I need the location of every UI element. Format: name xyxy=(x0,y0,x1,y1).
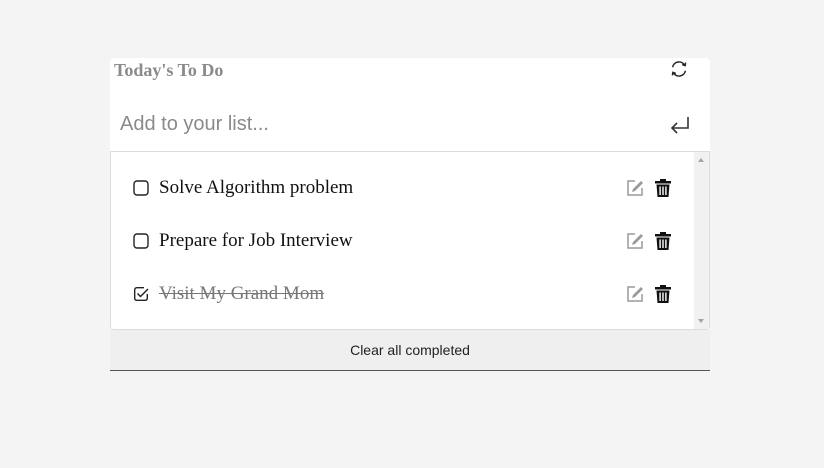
todo-text: Visit My Grand Mom xyxy=(159,283,325,304)
todo-text: Solve Algorithm problem xyxy=(159,177,354,198)
refresh-icon[interactable] xyxy=(669,59,689,79)
page-title: Today's To Do xyxy=(114,60,224,80)
todo-item-completed: Visit My Grand Mom xyxy=(111,277,691,313)
todo-checkbox[interactable] xyxy=(133,233,149,249)
todo-checkbox[interactable] xyxy=(133,180,149,196)
todo-list: Solve Algorithm problem Prepare for Job … xyxy=(110,151,710,330)
todo-footer: Clear all completed xyxy=(110,330,710,371)
scroll-down-arrow-icon[interactable] xyxy=(698,319,704,323)
clear-completed-button[interactable]: Clear all completed xyxy=(110,330,710,370)
edit-pencil-icon[interactable] xyxy=(626,179,644,197)
edit-pencil-icon[interactable] xyxy=(626,285,644,303)
todo-header: Today's To Do xyxy=(110,58,710,151)
trash-icon[interactable] xyxy=(654,178,672,198)
todo-text: Prepare for Job Interview xyxy=(159,230,353,251)
add-todo-input[interactable] xyxy=(110,106,660,142)
todo-item: Prepare for Job Interview xyxy=(111,224,691,260)
edit-pencil-icon[interactable] xyxy=(626,232,644,250)
todo-checkbox-checked[interactable] xyxy=(133,286,149,302)
list-scrollbar[interactable] xyxy=(694,152,709,329)
trash-icon[interactable] xyxy=(654,231,672,251)
trash-icon[interactable] xyxy=(654,284,672,304)
todo-app: Today's To Do Solve Algorithm problem xyxy=(110,58,710,371)
enter-return-icon[interactable] xyxy=(668,114,692,136)
todo-item: Solve Algorithm problem xyxy=(111,171,691,207)
scroll-up-arrow-icon[interactable] xyxy=(698,158,704,162)
